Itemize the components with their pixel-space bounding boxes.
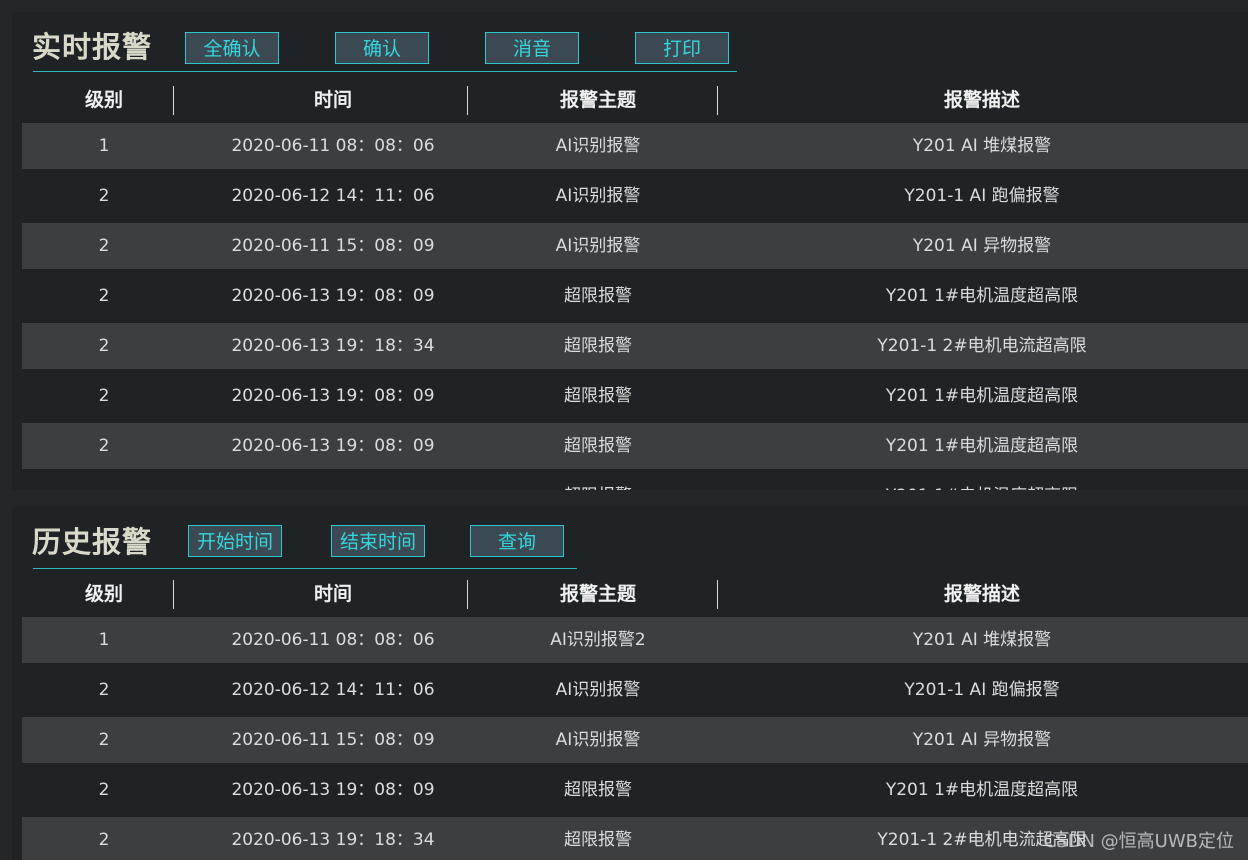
- alarm-description: Y201 AI 堆煤报警: [912, 630, 1052, 650]
- alarm-description: Y201 1#电机温度超高限: [885, 286, 1079, 306]
- column-header-topic[interactable]: 报警主题: [480, 85, 716, 115]
- alarm-topic: 超限报警: [480, 473, 716, 490]
- column-header-description[interactable]: 报警描述: [716, 85, 1248, 115]
- alarm-time: [186, 473, 480, 490]
- alarm-level: 2: [98, 386, 110, 406]
- alarm-level: 2: [98, 830, 110, 850]
- alarm-description: Y201 AI 异物报警: [912, 730, 1052, 750]
- alarm-time: 2020-06-13 19：18：34: [231, 336, 435, 356]
- alarm-level: 2: [98, 780, 110, 800]
- alarm-topic: 超限报警: [564, 436, 632, 456]
- alarm-topic: AI识别报警: [555, 236, 641, 256]
- alarm-time: 2020-06-13 19：08：09: [231, 386, 435, 406]
- realtime-alarm-panel: 实时报警 全确认 确认 消音 打印 级别 时间 报警主题 报警描述 1 2020-…: [12, 12, 1248, 490]
- alarm-description: Y201 AI 异物报警: [912, 236, 1052, 256]
- table-row[interactable]: 2 2020-06-13 19：08：09 超限报警 Y201 1#电机温度超高限: [22, 767, 1248, 813]
- alarm-description: Y201-1 AI 跑偏报警: [904, 186, 1060, 206]
- alarm-level: [22, 473, 186, 490]
- alarm-topic: AI识别报警: [555, 680, 641, 700]
- alarm-description: Y201 1#电机温度超高限: [885, 436, 1079, 456]
- column-header-topic[interactable]: 报警主题: [480, 579, 716, 609]
- alarm-description: Y201 1#电机温度超高限: [885, 780, 1079, 800]
- alarm-topic: 超限报警: [564, 336, 632, 356]
- alarm-time: 2020-06-11 15：08：09: [231, 236, 435, 256]
- table-row[interactable]: 2 2020-06-12 14：11：06 AI识别报警 Y201-1 AI 跑偏报警: [22, 173, 1248, 219]
- alarm-topic: 超限报警: [564, 386, 632, 406]
- print-button[interactable]: 打印: [635, 32, 729, 64]
- table-row[interactable]: 2 2020-06-11 15：08：09 AI识别报警 Y201 AI 异物报警: [22, 223, 1248, 269]
- table-row[interactable]: 1 2020-06-11 08：08：06 AI识别报警 Y201 AI 堆煤报警: [22, 123, 1248, 169]
- alarm-time: 2020-06-12 14：11：06: [231, 680, 435, 700]
- column-header-level[interactable]: 级别: [22, 579, 186, 609]
- realtime-title-underline: [33, 71, 737, 72]
- alarm-description: Y201-1 2#电机电流超高限: [877, 336, 1087, 356]
- alarm-topic: 超限报警: [564, 780, 632, 800]
- table-row[interactable]: 2 2020-06-13 19：08：09 超限报警 Y201 1#电机温度超高限: [22, 423, 1248, 469]
- table-row[interactable]: 1 2020-06-11 08：08：06 AI识别报警2 Y201 AI 堆煤报警: [22, 617, 1248, 663]
- alarm-level: 2: [98, 236, 110, 256]
- alarm-topic: 超限报警: [564, 830, 632, 850]
- alarm-time: 2020-06-13 19：18：34: [231, 830, 435, 850]
- table-row[interactable]: 2 2020-06-13 19：08：09 超限报警 Y201 1#电机温度超高限: [22, 373, 1248, 419]
- alarm-level: 2: [98, 436, 110, 456]
- mute-button[interactable]: 消音: [485, 32, 579, 64]
- column-header-time[interactable]: 时间: [186, 579, 480, 609]
- alarm-time: 2020-06-11 08：08：06: [231, 136, 435, 156]
- table-row[interactable]: 2 2020-06-12 14：11：06 AI识别报警 Y201-1 AI 跑偏报警: [22, 667, 1248, 713]
- column-divider: [173, 86, 174, 115]
- alarm-time: 2020-06-11 08：08：06: [231, 630, 435, 650]
- realtime-title: 实时报警: [32, 30, 153, 64]
- table-row[interactable]: 2 2020-06-13 19：18：34 超限报警 Y201-1 2#电机电流超高限: [22, 323, 1248, 369]
- column-header-time[interactable]: 时间: [186, 85, 480, 115]
- alarm-topic: AI识别报警: [555, 730, 641, 750]
- alarm-description: Y201-1 AI 跑偏报警: [904, 680, 1060, 700]
- column-header-level[interactable]: 级别: [22, 85, 186, 115]
- alarm-time: 2020-06-13 19：08：09: [231, 780, 435, 800]
- table-row[interactable]: 2 2020-06-11 15：08：09 AI识别报警 Y201 AI 异物报警: [22, 717, 1248, 763]
- alarm-time: 2020-06-11 15：08：09: [231, 730, 435, 750]
- confirm-button[interactable]: 确认: [335, 32, 429, 64]
- column-header-description[interactable]: 报警描述: [716, 579, 1248, 609]
- alarm-description: Y201 1#电机温度超高限: [716, 473, 1248, 490]
- alarm-level: 1: [98, 136, 110, 156]
- alarm-topic: 超限报警: [564, 286, 632, 306]
- column-divider: [467, 86, 468, 115]
- alarm-level: 2: [98, 286, 110, 306]
- history-title-underline: [33, 568, 577, 569]
- watermark: CSDN @恒高UWB定位: [1043, 831, 1234, 852]
- alarm-description: Y201 1#电机温度超高限: [885, 386, 1079, 406]
- history-table-header: 级别 时间 报警主题 报警描述: [22, 579, 1248, 609]
- column-divider: [173, 580, 174, 609]
- alarm-time: 2020-06-13 19：08：09: [231, 436, 435, 456]
- alarm-topic: AI识别报警2: [550, 630, 646, 650]
- alarm-time: 2020-06-13 19：08：09: [231, 286, 435, 306]
- history-alarm-panel: 历史报警 开始时间 结束时间 查询 级别 时间 报警主题 报警描述 1 2020-…: [12, 507, 1248, 860]
- table-row[interactable]: 超限报警Y201 1#电机温度超高限: [22, 473, 1248, 490]
- alarm-level: 1: [98, 630, 110, 650]
- alarm-level: 2: [98, 186, 110, 206]
- alarm-topic: AI识别报警: [555, 136, 641, 156]
- history-title: 历史报警: [32, 525, 153, 559]
- realtime-table-header: 级别 时间 报警主题 报警描述: [22, 85, 1248, 115]
- alarm-time: 2020-06-12 14：11：06: [231, 186, 435, 206]
- start-time-button[interactable]: 开始时间: [188, 525, 282, 557]
- confirm-all-button[interactable]: 全确认: [185, 32, 279, 64]
- alarm-level: 2: [98, 680, 110, 700]
- alarm-description: Y201 AI 堆煤报警: [912, 136, 1052, 156]
- query-button[interactable]: 查询: [470, 525, 564, 557]
- alarm-level: 2: [98, 730, 110, 750]
- end-time-button[interactable]: 结束时间: [331, 525, 425, 557]
- alarm-level: 2: [98, 336, 110, 356]
- table-row[interactable]: 2 2020-06-13 19：08：09 超限报警 Y201 1#电机温度超高限: [22, 273, 1248, 319]
- column-divider: [467, 580, 468, 609]
- alarm-topic: AI识别报警: [555, 186, 641, 206]
